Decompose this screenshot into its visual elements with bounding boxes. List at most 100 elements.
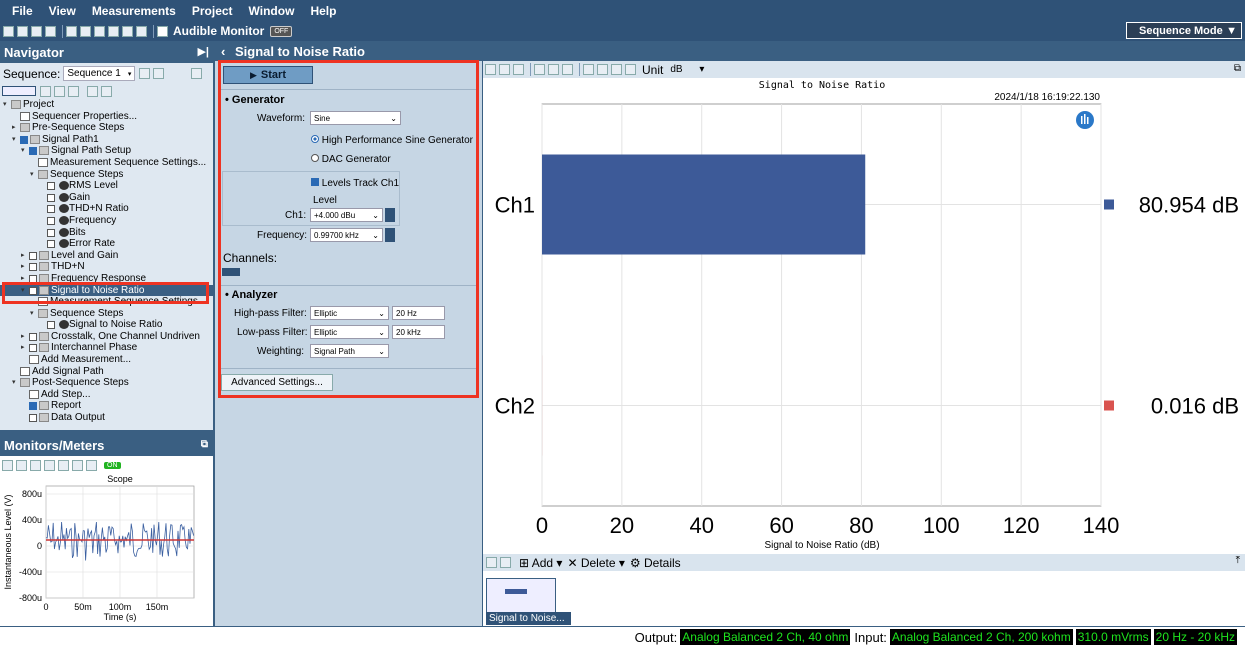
delete-icon[interactable]: [68, 85, 79, 97]
popout-icon[interactable]: ⧉: [1234, 63, 1241, 74]
info-icon[interactable]: [136, 25, 147, 37]
new-file-icon[interactable]: [3, 25, 14, 37]
add-graph-icon[interactable]: [54, 85, 65, 97]
cursor-icon[interactable]: [611, 64, 622, 75]
level-readout[interactable]: 310.0 mVrms: [1075, 629, 1151, 645]
checkbox-icon[interactable]: [47, 321, 55, 330]
speaker-icon[interactable]: [157, 25, 168, 37]
menu-project[interactable]: Project: [192, 4, 233, 18]
tree-item[interactable]: ▾ Signal Path1: [0, 134, 213, 146]
checkbox-icon[interactable]: [29, 344, 37, 353]
tree-item[interactable]: Frequency: [0, 215, 213, 227]
checkbox-icon[interactable]: [29, 251, 37, 260]
tree-item[interactable]: Add Signal Path: [0, 366, 213, 378]
tree-item[interactable]: Report: [0, 400, 213, 412]
sequence-properties-icon[interactable]: [139, 68, 151, 79]
popout-icon[interactable]: ⧉: [201, 439, 208, 450]
checkbox-icon[interactable]: [47, 228, 55, 237]
table-icon[interactable]: [583, 64, 594, 75]
settings-icon[interactable]: [625, 64, 636, 75]
collapse-arrow-icon[interactable]: ▸: [12, 122, 16, 134]
tree-item[interactable]: ▾ Project: [0, 99, 213, 111]
tree-item[interactable]: ▸ Interchannel Phase: [0, 342, 213, 354]
back-chevron-icon[interactable]: ‹: [221, 44, 225, 59]
sequence-mode-dropdown[interactable]: Sequence Mode ▼: [1126, 22, 1242, 39]
collapse-arrow-icon[interactable]: ▸: [21, 342, 25, 354]
expand-arrow-icon[interactable]: ▾: [3, 99, 7, 111]
zoom-fit-icon[interactable]: [548, 64, 559, 75]
tree-item[interactable]: RMS Level: [0, 180, 213, 192]
checkbox-icon[interactable]: [47, 205, 55, 214]
bar-meter-icon[interactable]: [80, 25, 91, 37]
list-icon[interactable]: [94, 25, 105, 37]
zoom-out-icon[interactable]: [562, 64, 573, 75]
tree-item[interactable]: ▸ Crosstalk, One Channel Undriven: [0, 331, 213, 343]
tree-item[interactable]: Error Rate: [0, 238, 213, 250]
menu-window[interactable]: Window: [249, 4, 295, 18]
checkbox-icon[interactable]: [47, 193, 55, 202]
checkbox-icon[interactable]: [20, 135, 28, 144]
tree-item[interactable]: Add Measurement...: [0, 354, 213, 366]
expand-arrow-icon[interactable]: ▾: [12, 377, 16, 389]
tree-item[interactable]: ▸ Level and Gain: [0, 250, 213, 262]
menu-view[interactable]: View: [49, 4, 76, 18]
meter-icon[interactable]: [108, 25, 119, 37]
checkbox-icon[interactable]: [29, 332, 37, 341]
bandwidth-readout[interactable]: 20 Hz - 20 kHz: [1153, 629, 1237, 645]
zoom-icon[interactable]: [534, 64, 545, 75]
graph-options-icon[interactable]: [485, 64, 496, 75]
output-value[interactable]: Analog Balanced 2 Ch, 40 ohm: [680, 629, 851, 645]
checkbox-icon[interactable]: [47, 182, 55, 191]
checkbox-icon[interactable]: [29, 402, 37, 411]
save-icon[interactable]: [31, 25, 42, 37]
checkbox-icon[interactable]: [29, 147, 37, 156]
layout-icon[interactable]: [597, 64, 608, 75]
add-button[interactable]: ⊞ Add ▾: [519, 556, 562, 570]
checkbox-icon[interactable]: [47, 216, 55, 225]
tree-item[interactable]: ▾ Sequence Steps: [0, 169, 213, 181]
waveform-icon[interactable]: [66, 25, 77, 37]
sequence-grid-icon[interactable]: [153, 68, 165, 79]
unit-dropdown[interactable]: dB ▾: [670, 64, 704, 75]
sequence-menu-icon[interactable]: [191, 68, 203, 79]
export-icon[interactable]: [499, 64, 510, 75]
checkbox-icon[interactable]: [29, 263, 37, 272]
details-button[interactable]: ⚙ Details: [630, 556, 681, 570]
add-step-icon[interactable]: [40, 85, 51, 97]
tree-item[interactable]: Gain: [0, 192, 213, 204]
audible-monitor-toggle[interactable]: OFF: [270, 25, 293, 37]
menu-file[interactable]: File: [12, 4, 33, 18]
collapse-arrow-icon[interactable]: ▸: [21, 331, 25, 343]
tree-item[interactable]: Measurement Sequence Settings...: [0, 157, 213, 169]
tree-item[interactable]: Bits: [0, 227, 213, 239]
collapse-arrow-icon[interactable]: ▸: [21, 250, 25, 262]
tree-item[interactable]: THD+N Ratio: [0, 203, 213, 215]
tree-item[interactable]: Data Output: [0, 412, 213, 424]
run-sequence-button[interactable]: [2, 86, 36, 96]
tree-item[interactable]: ▾ Signal Path Setup: [0, 145, 213, 157]
settings-icon[interactable]: [45, 25, 56, 37]
expand-arrow-icon[interactable]: ▾: [21, 145, 25, 157]
expand-arrow-icon[interactable]: ▾: [12, 134, 16, 146]
expand-arrow-icon[interactable]: ▾: [30, 169, 34, 181]
collapse-panel-icon[interactable]: ▶|: [197, 45, 209, 58]
copy-icon[interactable]: [87, 85, 98, 97]
input-value[interactable]: Analog Balanced 2 Ch, 200 kohm: [889, 629, 1073, 645]
grid-icon[interactable]: [122, 25, 133, 37]
delete-button[interactable]: ✕ Delete ▾: [567, 556, 624, 570]
open-file-icon[interactable]: [17, 25, 28, 37]
expand-icon[interactable]: ⤒: [1236, 555, 1240, 566]
expand-arrow-icon[interactable]: ▾: [30, 308, 34, 320]
tree-item[interactable]: Sequencer Properties...: [0, 111, 213, 123]
checkbox-icon[interactable]: [47, 240, 55, 249]
menu-help[interactable]: Help: [310, 4, 336, 18]
checkbox-icon[interactable]: [29, 414, 37, 423]
paste-icon[interactable]: [101, 85, 112, 97]
tree-item[interactable]: Add Step...: [0, 389, 213, 401]
tree-item[interactable]: ▾ Post-Sequence Steps: [0, 377, 213, 389]
next-icon[interactable]: [500, 557, 511, 568]
tree-item[interactable]: ▾ Sequence Steps: [0, 308, 213, 320]
prev-icon[interactable]: [486, 557, 497, 568]
monitor-on-toggle[interactable]: ON: [104, 462, 121, 469]
tree-item[interactable]: ▸ Pre-Sequence Steps: [0, 122, 213, 134]
